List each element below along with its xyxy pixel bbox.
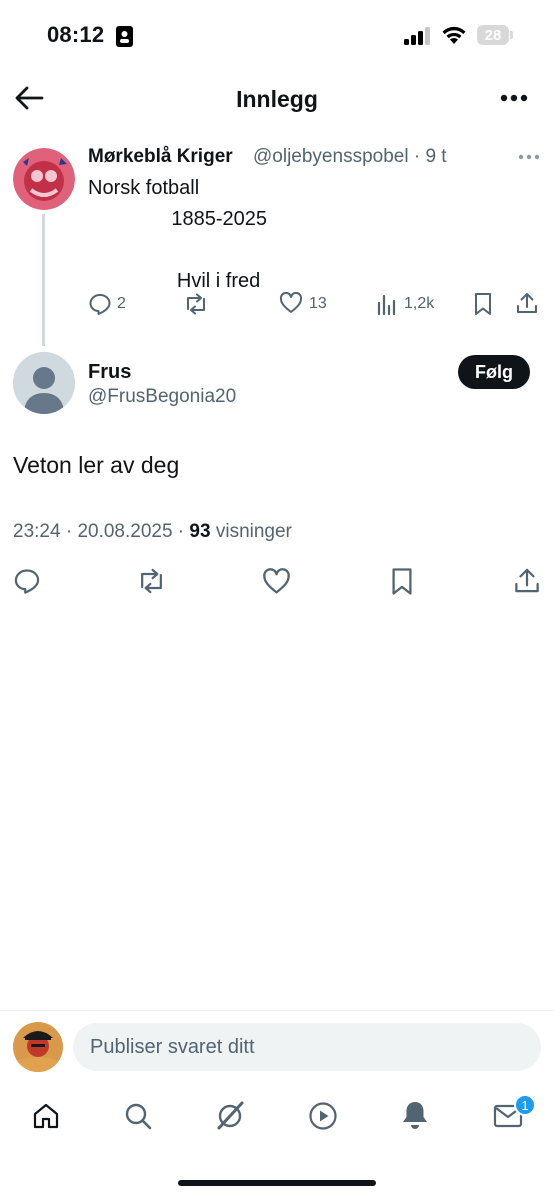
views-count: 1,2k: [404, 295, 435, 312]
views-icon[interactable]: [377, 293, 397, 315]
more-options-icon[interactable]: [500, 94, 528, 102]
person-card-icon: [116, 26, 133, 47]
share-icon[interactable]: [516, 291, 538, 315]
reply-count: 2: [117, 295, 126, 312]
post-more-icon[interactable]: [518, 154, 540, 160]
author-handle: @FrusBegonia20: [88, 386, 237, 407]
views-label: visninger: [215, 521, 292, 542]
signal-icon: [404, 27, 432, 45]
messages-badge: 1: [514, 1094, 536, 1116]
notifications-icon[interactable]: [401, 1100, 429, 1131]
follow-button[interactable]: Følg: [458, 355, 530, 389]
like-count: 13: [309, 295, 327, 312]
battery-nub: [510, 31, 513, 39]
share-icon[interactable]: [514, 566, 540, 595]
reply-input[interactable]: Publiser svaret ditt: [73, 1023, 541, 1071]
author-handle: @oljebyensspobel · 9 t: [253, 146, 447, 167]
post-date: 20.08.2025: [77, 521, 173, 542]
author-name[interactable]: Mørkeblå Kriger: [88, 146, 233, 168]
search-icon[interactable]: [123, 1101, 153, 1131]
like-icon[interactable]: [279, 292, 303, 314]
repost-icon[interactable]: [183, 292, 209, 316]
repost-icon[interactable]: [136, 567, 167, 595]
avatar[interactable]: [13, 352, 75, 414]
author-name[interactable]: Frus: [88, 361, 131, 384]
battery-indicator: 28: [477, 25, 509, 45]
reply-icon[interactable]: [88, 292, 112, 316]
divider: [0, 1010, 554, 1011]
bookmark-icon[interactable]: [473, 292, 493, 316]
post-text: Norsk fotball 1885-2025 Hvil i fred: [88, 177, 267, 292]
page-title: Innlegg: [236, 86, 318, 112]
reply-icon[interactable]: [13, 567, 41, 595]
status-time: 08:12: [47, 22, 105, 47]
grok-icon[interactable]: [214, 1099, 247, 1132]
wifi-icon: [441, 25, 467, 45]
post-time: 23:24: [13, 521, 61, 542]
post-meta: 23:24 · 20.08.2025 · 93 visninger: [13, 521, 292, 542]
post-text: Veton ler av deg: [13, 452, 180, 478]
avatar[interactable]: [13, 148, 75, 210]
avatar[interactable]: [13, 1022, 63, 1072]
like-icon[interactable]: [262, 568, 291, 595]
video-icon[interactable]: [308, 1101, 338, 1131]
views-count: 93: [189, 521, 211, 542]
home-icon[interactable]: [31, 1101, 61, 1131]
home-indicator: [178, 1180, 376, 1186]
bookmark-icon[interactable]: [390, 567, 414, 596]
thread-line: [42, 214, 45, 346]
